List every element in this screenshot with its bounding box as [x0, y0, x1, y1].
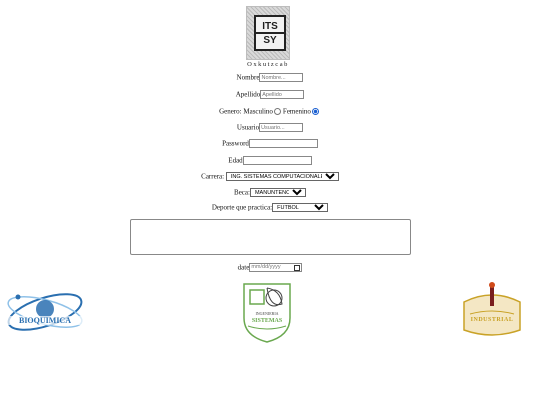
edad-label: Edad	[228, 156, 243, 165]
electron-icon	[15, 294, 21, 300]
row-carrera: Carrera: ING. SISTEMAS COMPUTACIONALES	[0, 172, 540, 181]
password-label: Password	[222, 139, 249, 148]
industrial-text: INDUSTRIAL	[471, 317, 514, 323]
beca-select[interactable]: MANUNTENCION	[249, 188, 306, 197]
comments-textarea[interactable]	[130, 219, 411, 255]
date-input[interactable]: mm/dd/yyyy	[249, 263, 303, 272]
sistemas-line1: INGENIERIA	[255, 311, 278, 316]
date-label: date	[237, 263, 250, 272]
genero-label: Genero:	[219, 107, 242, 116]
flame-icon	[489, 282, 495, 288]
itssy-badge: ITS SY	[246, 6, 290, 60]
carrera-label: Carrera:	[201, 172, 225, 181]
row-genero: Genero: Masculino Femenino	[0, 107, 540, 115]
usuario-label: Usuario	[236, 123, 260, 132]
masculino-radio[interactable]	[273, 107, 281, 115]
bioquimica-logo: BIOQUIMICA	[6, 293, 84, 331]
row-deporte: Deporte que practica: FUTBOL	[0, 203, 540, 212]
sistemas-line2: SISTEMAS	[252, 318, 283, 324]
itssy-badge-text: ITS SY	[254, 15, 286, 51]
logo-line2: SY	[256, 31, 284, 46]
calendar-icon[interactable]	[294, 265, 301, 271]
edad-input[interactable]	[242, 156, 312, 165]
row-nombre: Nombre	[0, 73, 540, 82]
usuario-input[interactable]	[259, 123, 304, 132]
row-date: date mm/dd/yyyy	[0, 263, 540, 272]
row-apellido: Apellido	[0, 90, 540, 99]
carrera-select[interactable]: ING. SISTEMAS COMPUTACIONALES	[225, 172, 339, 181]
date-placeholder: mm/dd/yyyy	[251, 264, 281, 270]
sistemas-logo: INGENIERIA SISTEMAS	[243, 283, 291, 343]
password-input[interactable]	[248, 139, 318, 148]
nombre-input[interactable]	[259, 73, 304, 82]
apellido-input[interactable]	[260, 90, 305, 99]
industrial-logo: INDUSTRIAL	[463, 282, 521, 336]
masculino-label: Masculino	[243, 107, 273, 116]
row-password: Password	[0, 139, 540, 148]
femenino-label: Femenino	[282, 107, 311, 116]
row-beca: Beca: MANUNTENCION	[0, 188, 540, 197]
nombre-label: Nombre	[236, 73, 260, 82]
deporte-label: Deporte que practica:	[211, 203, 273, 212]
row-edad: Edad	[0, 156, 540, 165]
itssy-logo: ITS SY Oxkutzcab	[245, 6, 291, 68]
apellido-label: Apellido	[235, 90, 261, 99]
beca-label: Beca:	[234, 188, 250, 197]
logo-tagline: Oxkutzcab	[247, 61, 289, 68]
femenino-radio[interactable]	[311, 107, 319, 115]
deporte-select[interactable]: FUTBOL	[272, 203, 329, 212]
logo-line1: ITS	[262, 20, 278, 32]
bioquimica-text: BIOQUIMICA	[19, 316, 71, 325]
row-usuario: Usuario	[0, 123, 540, 132]
